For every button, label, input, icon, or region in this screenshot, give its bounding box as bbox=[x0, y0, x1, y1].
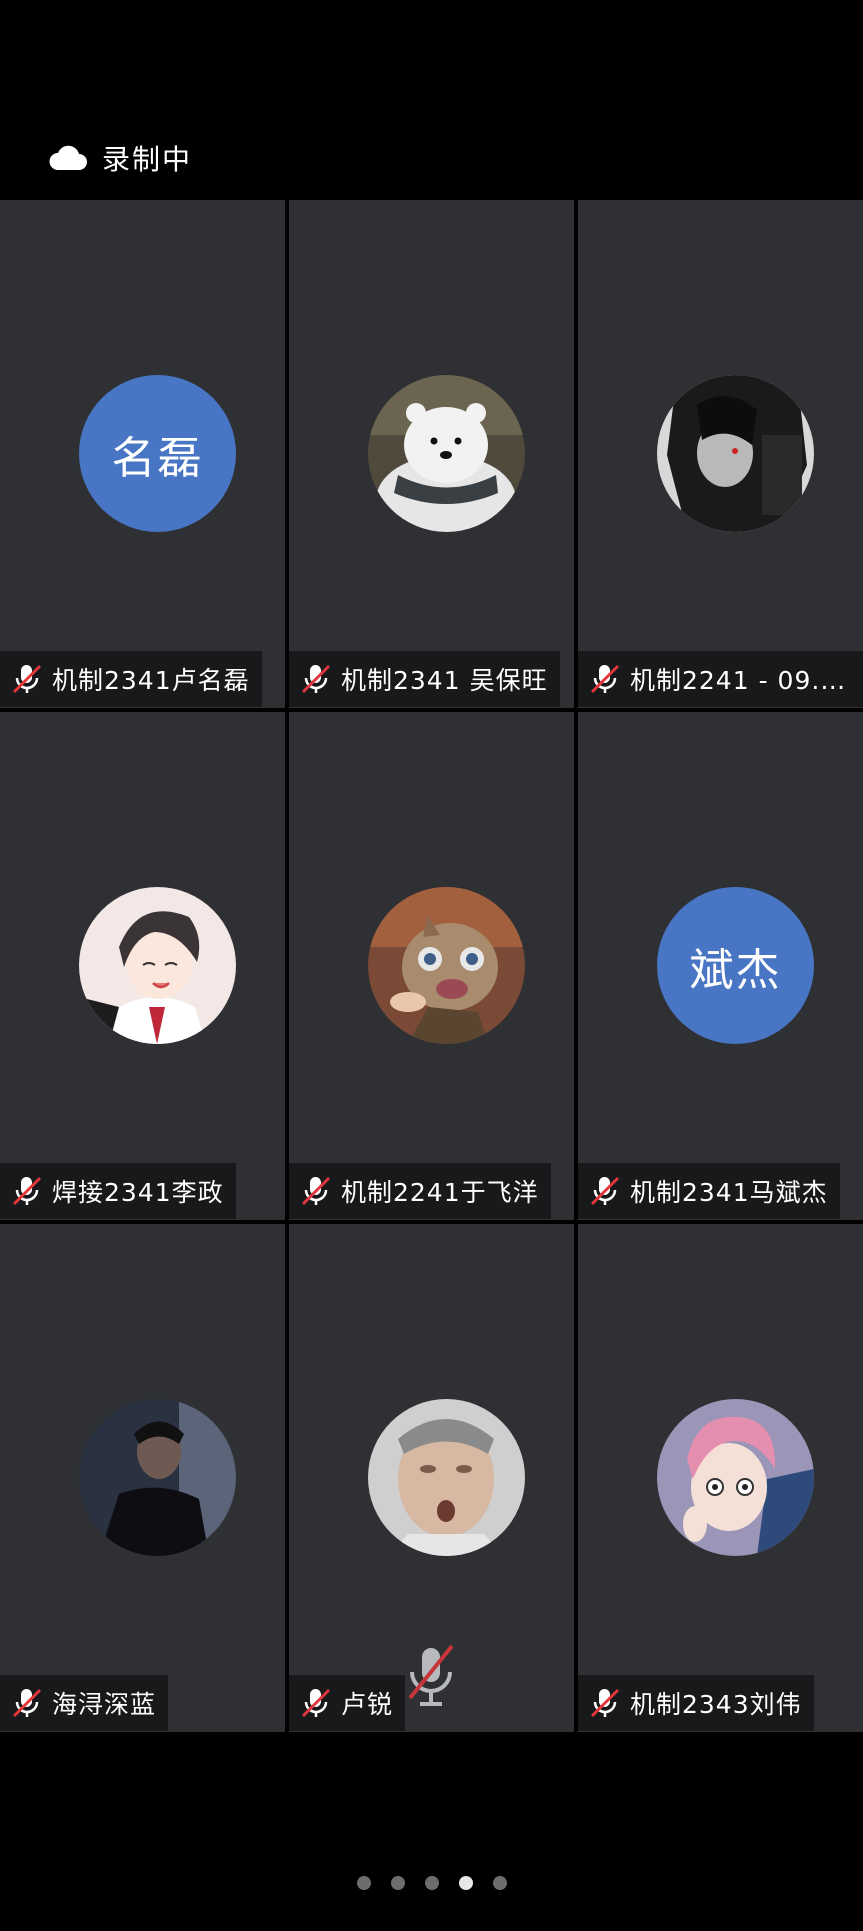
name-bar: 机制2341马斌杰 bbox=[578, 1163, 840, 1219]
anime-boy-avatar-image bbox=[79, 887, 236, 1044]
man-face-avatar-image bbox=[368, 1399, 525, 1556]
anime-pink-hair-avatar-image bbox=[657, 1399, 814, 1556]
cloud-icon bbox=[49, 145, 87, 170]
recording-label: 录制中 bbox=[102, 143, 193, 176]
participant-name: 机制2343刘伟 bbox=[630, 1690, 802, 1719]
page-dot[interactable] bbox=[390, 1876, 405, 1890]
avatar bbox=[79, 887, 236, 1044]
name-bar: 机制2241 - 09.… bbox=[578, 651, 863, 707]
mic-muted-icon bbox=[12, 1176, 42, 1206]
avatar bbox=[657, 1399, 814, 1556]
top-bar: 录制中 bbox=[0, 0, 863, 200]
name-bar: 机制2341 吴保旺 bbox=[289, 651, 560, 707]
polar-bear-avatar-image bbox=[368, 375, 525, 532]
page-indicator[interactable] bbox=[0, 1876, 863, 1890]
participant-tile[interactable]: 机制2341 吴保旺 bbox=[289, 200, 574, 708]
page-dot[interactable] bbox=[424, 1876, 439, 1890]
name-bar: 焊接2341李政 bbox=[0, 1163, 236, 1219]
participant-tile[interactable]: 名磊 机制2341卢名磊 bbox=[0, 200, 285, 708]
man-portrait-avatar-image bbox=[79, 1399, 236, 1556]
participant-tile[interactable]: 焊接2341李政 bbox=[0, 712, 285, 1220]
mic-muted-icon bbox=[301, 664, 331, 694]
name-bar: 卢锐 bbox=[289, 1675, 406, 1731]
mic-toggle-button[interactable] bbox=[400, 1640, 462, 1718]
participant-tile[interactable]: 机制2241 - 09.… bbox=[578, 200, 863, 708]
mic-muted-icon bbox=[301, 1688, 331, 1718]
mic-muted-icon bbox=[590, 1688, 620, 1718]
participant-name: 卢锐 bbox=[341, 1690, 394, 1719]
participant-name: 机制2241于飞洋 bbox=[341, 1178, 539, 1207]
participant-name: 机制2341 吴保旺 bbox=[341, 666, 548, 695]
mic-muted-icon bbox=[12, 664, 42, 694]
mic-muted-icon bbox=[12, 1688, 42, 1718]
avatar bbox=[368, 375, 525, 532]
participant-tile[interactable]: 斌杰 机制2341马斌杰 bbox=[578, 712, 863, 1220]
mic-muted-icon bbox=[301, 1176, 331, 1206]
participant-name: 机制2241 - 09.… bbox=[630, 666, 847, 695]
page-dot[interactable] bbox=[492, 1876, 507, 1890]
avatar bbox=[657, 375, 814, 532]
page-dot-active[interactable] bbox=[458, 1876, 473, 1890]
page-dot[interactable] bbox=[356, 1876, 371, 1890]
name-bar: 机制2341卢名磊 bbox=[0, 651, 262, 707]
participant-name: 机制2341马斌杰 bbox=[630, 1178, 828, 1207]
name-bar: 海浔深蓝 bbox=[0, 1675, 169, 1731]
participant-tile[interactable]: 机制2241于飞洋 bbox=[289, 712, 574, 1220]
participant-tile[interactable]: 机制2343刘伟 bbox=[578, 1224, 863, 1732]
anime-dark-avatar-image bbox=[657, 375, 814, 532]
participant-tile[interactable]: 海浔深蓝 bbox=[0, 1224, 285, 1732]
name-bar: 机制2241于飞洋 bbox=[289, 1163, 551, 1219]
boar-mask-avatar-image bbox=[368, 887, 525, 1044]
avatar bbox=[368, 887, 525, 1044]
participant-name: 机制2341卢名磊 bbox=[52, 666, 250, 695]
participant-name: 焊接2341李政 bbox=[52, 1178, 224, 1207]
mic-muted-icon bbox=[590, 664, 620, 694]
name-bar: 机制2343刘伟 bbox=[578, 1675, 814, 1731]
mic-muted-icon bbox=[590, 1176, 620, 1206]
participant-name: 海浔深蓝 bbox=[52, 1690, 157, 1719]
avatar bbox=[368, 1399, 525, 1556]
avatar: 斌杰 bbox=[657, 887, 814, 1044]
avatar: 名磊 bbox=[79, 375, 236, 532]
recording-indicator[interactable]: 录制中 bbox=[48, 138, 192, 178]
avatar bbox=[79, 1399, 236, 1556]
